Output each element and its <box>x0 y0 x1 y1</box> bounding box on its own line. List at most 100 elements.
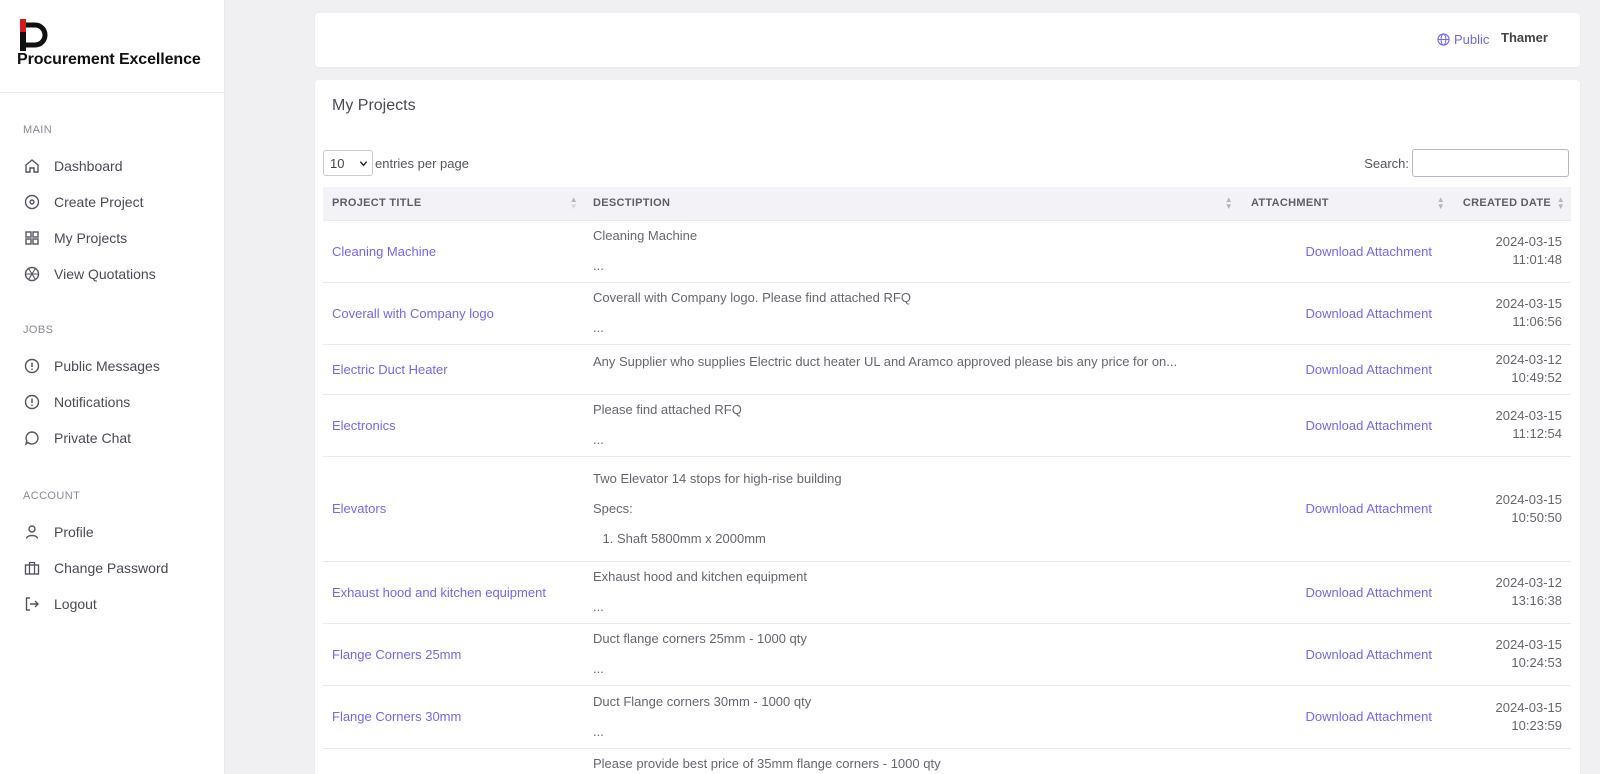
project-title-link[interactable]: Exhaust hood and kitchen equipment <box>332 585 546 600</box>
nav-item-label: Logout <box>54 596 97 612</box>
brand-name: Procurement Excellence <box>17 51 201 68</box>
project-title-link[interactable]: Elevators <box>332 501 386 516</box>
nav-item-label: Public Messages <box>54 358 160 374</box>
download-attachment-link[interactable]: Download Attachment <box>1239 622 1451 685</box>
download-attachment-link[interactable]: Download Attachment <box>1239 684 1451 748</box>
sidebar: Procurement Excellence MAIN Dashboard Cr… <box>0 0 225 774</box>
created-date: 2024-03-15 11:06:56 <box>1451 281 1571 344</box>
table-row: Electric Duct Heater Any Supplier who su… <box>323 343 1571 394</box>
search-input[interactable] <box>1412 149 1569 177</box>
entries-per-page-control: 10 entries per page <box>323 150 469 176</box>
brand-logo[interactable]: Procurement Excellence <box>0 0 224 93</box>
table-row: Exhaust hood and kitchen equipment Exhau… <box>323 560 1571 623</box>
user-menu[interactable]: Thamer <box>1501 30 1548 45</box>
created-date: 2024-03-12 13:16:38 <box>1451 560 1571 623</box>
nav-item-label: View Quotations <box>54 266 156 282</box>
column-header-project-title[interactable]: PROJECT TITLE ▲ ▼ <box>323 187 584 220</box>
table-row: Electronics Please find attached RFQ... … <box>323 393 1571 456</box>
table-row: Flange Corners 30mm Duct Flange corners … <box>323 684 1571 748</box>
project-description: Exhaust hood and kitchen equipment... <box>584 560 1239 623</box>
target-icon <box>23 193 41 211</box>
project-title-link[interactable]: Flange Corners 30mm <box>332 709 461 724</box>
nav-section-main: MAIN Dashboard Create Project My Project… <box>0 124 225 292</box>
created-date: 2024-03-15 11:12:54 <box>1451 393 1571 456</box>
entries-per-page-value: 10 <box>330 155 345 171</box>
project-description: Coverall with Company logo. Please find … <box>584 281 1239 344</box>
download-attachment-link[interactable] <box>1239 747 1451 774</box>
home-icon <box>23 157 41 175</box>
nav-item-dashboard[interactable]: Dashboard <box>23 148 225 184</box>
project-title-link[interactable]: Electric Duct Heater <box>332 362 448 377</box>
nav-heading-main: MAIN <box>23 124 53 136</box>
created-date <box>1451 747 1571 774</box>
download-attachment-link[interactable]: Download Attachment <box>1239 560 1451 623</box>
created-date: 2024-03-12 10:49:52 <box>1451 343 1571 394</box>
nav-item-label: Notifications <box>54 394 131 410</box>
table-header-row: PROJECT TITLE ▲ ▼ DESCTIPTION ▲ ▼ ATTACHMENT… <box>323 187 1571 220</box>
nav-item-create-project[interactable]: Create Project <box>23 184 225 220</box>
nav-item-label: My Projects <box>54 230 128 246</box>
project-description: Any Supplier who supplies Electric duct … <box>584 343 1239 394</box>
project-title-link[interactable]: Flange Corners 25mm <box>332 647 461 662</box>
top-bar: Public Thamer <box>315 13 1580 67</box>
nav-item-change-password[interactable]: Change Password <box>23 550 225 586</box>
nav-section-account: ACCOUNT Profile Change Password Logout <box>0 490 225 622</box>
column-header-created-date[interactable]: CREATED DATE ▲ ▼ <box>1451 187 1571 220</box>
alert-circle-icon <box>23 357 41 375</box>
nav-item-label: Change Password <box>54 560 169 576</box>
table-row: Flange Corners 25mm Duct flange corners … <box>323 622 1571 685</box>
chevron-down-icon <box>359 160 368 166</box>
project-description: Cleaning Machine... <box>584 219 1239 282</box>
briefcase-icon <box>23 559 41 577</box>
project-title-link[interactable]: Electronics <box>332 418 396 433</box>
spec-list-item: Shaft 5800mm x 2000mm <box>617 524 1230 554</box>
chat-bubble-icon <box>23 429 41 447</box>
download-attachment-link[interactable]: Download Attachment <box>1239 455 1451 561</box>
column-header-description[interactable]: DESCTIPTION ▲ ▼ <box>584 187 1239 220</box>
projects-table: PROJECT TITLE ▲ ▼ DESCTIPTION ▲ ▼ ATTACHMENT… <box>323 187 1571 774</box>
project-description: Duct Flange corners 30mm - 1000 qty... <box>584 684 1239 748</box>
sort-icon: ▲ ▼ <box>1556 195 1565 211</box>
entries-per-page-label: entries per page <box>375 155 469 171</box>
nav-item-public-messages[interactable]: Public Messages <box>23 348 225 384</box>
project-title-link[interactable]: Coverall with Company logo <box>332 306 494 321</box>
download-attachment-link[interactable]: Download Attachment <box>1239 393 1451 456</box>
globe-icon <box>1437 33 1450 46</box>
nav-section-jobs: JOBS Public Messages Notifications Priva… <box>0 324 225 456</box>
created-date: 2024-03-15 10:23:59 <box>1451 684 1571 748</box>
entries-per-page-select[interactable]: 10 <box>323 150 373 176</box>
created-date: 2024-03-15 11:01:48 <box>1451 219 1571 282</box>
nav-item-label: Profile <box>54 524 94 540</box>
nav-item-view-quotations[interactable]: View Quotations <box>23 256 225 292</box>
table-row: Elevators Two Elevator 14 stops for high… <box>323 455 1571 561</box>
project-description: Two Elevator 14 stops for high-rise buil… <box>584 455 1239 561</box>
sort-icon: ▲ ▼ <box>1224 195 1233 211</box>
download-attachment-link[interactable]: Download Attachment <box>1239 219 1451 282</box>
search-label: Search: <box>1364 155 1409 171</box>
nav-item-profile[interactable]: Profile <box>23 514 225 550</box>
public-link[interactable]: Public <box>1437 32 1489 47</box>
nav-item-private-chat[interactable]: Private Chat <box>23 420 225 456</box>
grid-icon <box>23 229 41 247</box>
download-attachment-link[interactable]: Download Attachment <box>1239 281 1451 344</box>
nav-item-label: Private Chat <box>54 430 132 446</box>
nav-item-logout[interactable]: Logout <box>23 586 225 622</box>
project-description: Duct flange corners 25mm - 1000 qty... <box>584 622 1239 685</box>
project-description: Please find attached RFQ... <box>584 393 1239 456</box>
logout-icon <box>23 595 41 613</box>
nav-item-label: Dashboard <box>54 158 123 174</box>
project-title-link[interactable]: Cleaning Machine <box>332 244 436 259</box>
table-row: Please provide best price of 35mm flange… <box>323 747 1571 774</box>
download-attachment-link[interactable]: Download Attachment <box>1239 343 1451 394</box>
nav-item-my-projects[interactable]: My Projects <box>23 220 225 256</box>
created-date: 2024-03-15 10:24:53 <box>1451 622 1571 685</box>
column-header-attachment[interactable]: ATTACHMENT ▲ ▼ <box>1239 187 1451 220</box>
project-description: Please provide best price of 35mm flange… <box>584 747 1239 774</box>
table-row: Coverall with Company logo Coverall with… <box>323 281 1571 344</box>
public-link-label: Public <box>1454 32 1490 47</box>
sort-icon: ▲ ▼ <box>1436 195 1445 211</box>
sort-asc-icon: ▲ ▼ <box>569 195 578 211</box>
nav-item-notifications[interactable]: Notifications <box>23 384 225 420</box>
aperture-icon <box>23 265 41 283</box>
table-row: Cleaning Machine Cleaning Machine... Dow… <box>323 219 1571 282</box>
